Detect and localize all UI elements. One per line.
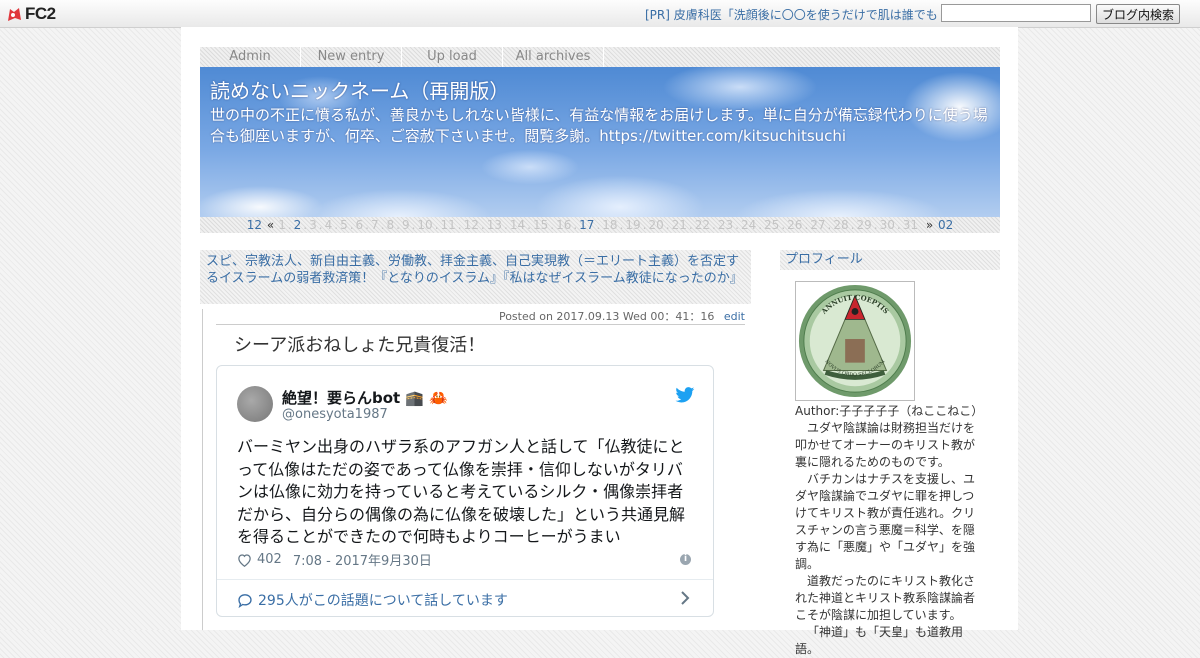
calendar-day-5: 5: [340, 218, 348, 232]
great-seal-pyramid-image: ANNUIT COEPTIS NOVUS ORDO SECLORUM: [795, 281, 915, 401]
pr-ad-link[interactable]: [PR] 皮膚科医「洗顔後に〇〇を使うだけで肌は誰でも: [645, 6, 938, 23]
calendar-day-3: 3: [309, 218, 317, 232]
tweet-author-handle[interactable]: @onesyota1987: [282, 407, 388, 422]
entry-title-link[interactable]: スピ、宗教法人、新自由主義、労働教、拝金主義、自己実現教（＝エリート主義）を否定…: [206, 254, 743, 286]
calendar-prev-symbol: «: [266, 218, 275, 232]
calendar-day-17[interactable]: 17: [579, 218, 594, 232]
calendar-day-24: 24: [740, 218, 757, 232]
embedded-tweet[interactable]: 絶望！要らんbot 🕋 🦀 @onesyota1987 バーミヤン出身のハザラ系…: [216, 365, 714, 617]
info-icon[interactable]: i: [680, 554, 691, 565]
entry-left-border: [202, 309, 207, 630]
tweet-timestamp[interactable]: 7:08 - 2017年9月30日: [293, 550, 432, 569]
profile-paragraph: バチカンはナチスを支援し、ユダヤ陰謀論でユダヤに罪を押しつけてキリスト教が責任逃…: [795, 472, 976, 571]
calendar-day-15: 15: [532, 218, 549, 232]
calendar-day-1: 1: [278, 218, 286, 232]
fc2-logo-icon: [8, 7, 21, 21]
fc2-logo[interactable]: FC2: [6, 4, 56, 23]
tweet-conversation-text[interactable]: 295人がこの話題について話しています: [258, 590, 508, 610]
calendar-day-10: 10: [417, 218, 433, 232]
tweet-stats: 402 7:08 - 2017年9月30日: [237, 550, 432, 569]
calendar-day-31: 31: [902, 218, 918, 232]
fc2-top-bar: FC2 [PR] 皮膚科医「洗顔後に〇〇を使うだけで肌は誰でも ブログ内検索: [0, 0, 1200, 28]
blog-search-button[interactable]: ブログ内検索: [1096, 4, 1180, 24]
comment-bubble-icon: [238, 593, 252, 608]
calendar-day-8: 8: [386, 218, 395, 232]
calendar-day-27: 27: [810, 218, 826, 232]
calendar-day-21: 21: [671, 218, 687, 232]
sidebar-profile-heading: プロフィール: [780, 250, 1000, 270]
blog-search-input[interactable]: [941, 4, 1091, 22]
tweet-text: バーミヤン出身のハザラ系のアフガン人と話して「仏教徒にとって仏像はただの姿であっ…: [237, 437, 686, 547]
entry-edit-link[interactable]: edit: [724, 310, 745, 323]
calendar-days: 1. 2. 3. 4. 5. 6. 7. 8. 9. 10. 11. 12. 13. 14. 15. 16. 1…: [278, 218, 918, 232]
profile-paragraph: ユダヤ陰謀論は財務担当だけを叩かせてオーナーのキリスト教が裏に隠れるためのもので…: [795, 421, 976, 469]
nav-admin[interactable]: Admin: [200, 47, 301, 67]
page-wrapper: Admin New entry Up load All archives 読めな…: [181, 27, 1018, 656]
calendar-next-month[interactable]: 02: [938, 218, 953, 232]
chevron-right-icon[interactable]: [680, 590, 690, 606]
nav-all-archives[interactable]: All archives: [503, 47, 604, 67]
blog-title[interactable]: 読めないニックネーム（再開版）: [210, 75, 509, 104]
calendar-day-16: 16: [556, 218, 572, 232]
calendar-day-14: 14: [509, 218, 526, 232]
calendar-strip: 12 «1. 2. 3. 4. 5. 6. 7. 8. 9. 10. 11. 12. 13. 14. 15.…: [200, 217, 1000, 233]
calendar-day-28: 28: [833, 218, 849, 232]
tweet-conversation-link[interactable]: 295人がこの話題について話しています: [237, 590, 508, 610]
entry-title[interactable]: スピ、宗教法人、新自由主義、労働教、拝金主義、自己実現教（＝エリート主義）を否定…: [200, 250, 751, 304]
tweet-like-count[interactable]: 402: [257, 552, 282, 567]
calendar-day-7: 7: [371, 218, 379, 232]
calendar-day-11: 11: [440, 218, 456, 232]
calendar-day-29: 29: [856, 218, 872, 232]
calendar-day-2[interactable]: 2: [294, 218, 302, 232]
calendar-day-18: 18: [602, 218, 618, 232]
calendar-day-30: 30: [879, 218, 895, 232]
tweet-avatar[interactable]: [237, 386, 273, 422]
tweet-divider: [217, 579, 713, 580]
calendar-day-23: 23: [717, 218, 734, 232]
calendar-day-25: 25: [764, 218, 780, 232]
nav-new-entry[interactable]: New entry: [301, 47, 402, 67]
heart-icon[interactable]: [237, 553, 252, 567]
nav-upload[interactable]: Up load: [402, 47, 503, 67]
calendar-prev-month[interactable]: 12: [247, 218, 262, 232]
calendar-day-6: 6: [355, 218, 364, 232]
profile-paragraph: 道教だったのにキリスト教化された神道とキリスト教系陰謀論者こそが陰謀に加担してい…: [795, 574, 976, 622]
entry-body-heading: シーア派おねしょた兄貴復活！: [234, 335, 486, 356]
calendar-day-4: 4: [324, 218, 333, 232]
blog-header: 読めないニックネーム（再開版） 世の中の不正に憤る私が、善良かもしれない皆様に、…: [200, 67, 1000, 217]
fc2-logo-text: FC2: [25, 4, 56, 23]
entry-meta: Posted on 2017.09.13 Wed 00：41：16 edit: [216, 309, 745, 325]
author-label: Author:子子子子子（ねここねこ）: [795, 404, 984, 418]
author-profile-text: Author:子子子子子（ねここねこ） ユダヤ陰謀論は財務担当だけを叩かせてオー…: [795, 403, 985, 658]
profile-paragraph: 「神道」も「天皇」も道教用語。: [795, 625, 964, 656]
calendar-day-20: 20: [648, 218, 664, 232]
twitter-bird-icon[interactable]: [675, 387, 695, 403]
calendar-day-22: 22: [694, 218, 710, 232]
blog-description: 世の中の不正に憤る私が、善良かもしれない皆様に、有益な情報をお届けします。単に自…: [210, 106, 988, 145]
calendar-day-19: 19: [625, 218, 641, 232]
calendar-day-13: 13: [486, 218, 503, 232]
tweet-author-name[interactable]: 絶望！要らんbot 🕋 🦀: [282, 387, 448, 408]
calendar-day-12: 12: [463, 218, 479, 232]
entry-posted-date: Posted on 2017.09.13 Wed 00：41：16: [498, 310, 715, 323]
calendar-day-26: 26: [787, 218, 803, 232]
calendar-next-symbol: »: [925, 218, 934, 232]
calendar-day-9: 9: [401, 218, 410, 232]
top-nav: Admin New entry Up load All archives: [200, 47, 1000, 67]
